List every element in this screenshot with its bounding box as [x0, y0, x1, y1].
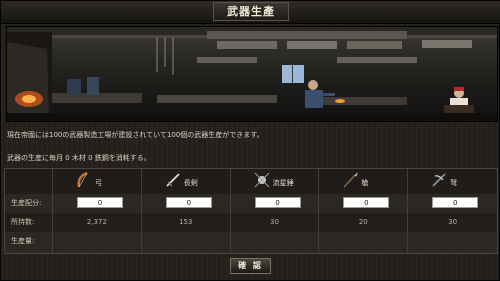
crossbow-production-value — [408, 232, 497, 253]
meteor-hammer-owned-value: 30 — [231, 213, 320, 232]
spear-allocation-input[interactable] — [343, 197, 390, 208]
meteor-hammer-icon — [254, 172, 269, 188]
longsword-owned-value: 153 — [142, 213, 231, 232]
owned-label: 所持数: — [5, 213, 53, 232]
weapon-name: 弓 — [95, 179, 102, 187]
longsword-icon — [166, 173, 180, 187]
bow-icon — [77, 171, 88, 188]
bow-owned-value: 2,372 — [53, 213, 142, 232]
weapon-header-row: 弓 長剣 流星錘 槍 弩 — [5, 169, 497, 195]
weapon-column-spear: 槍 — [319, 169, 409, 194]
production-label: 生産量: — [5, 232, 53, 253]
production-table: 弓 長剣 流星錘 槍 弩 生産配分: 0 0 0 0 0 所持数: 2,372 … — [4, 168, 498, 254]
crossbow-allocation-input[interactable] — [432, 197, 479, 208]
weapon-column-bow: 弓 — [53, 169, 142, 194]
weapon-column-meteor-hammer: 流星錘 — [231, 169, 320, 194]
allocation-row: 生産配分: — [5, 194, 497, 214]
title-bar: 武器生產 — [1, 1, 500, 24]
owned-row: 所持数: 2,372 153 30 20 30 — [5, 213, 497, 233]
weapon-column-longsword: 長剣 — [142, 169, 231, 194]
crossbow-icon — [432, 173, 446, 187]
weapon-column-crossbow: 弩 — [408, 169, 497, 194]
weapon-name: 槍 — [361, 179, 369, 187]
weapon-name: 長剣 — [183, 179, 198, 187]
forge-scene-image — [6, 26, 498, 122]
spear-icon — [343, 172, 359, 188]
spear-owned-value: 20 — [319, 213, 409, 232]
confirm-button[interactable]: 確 認 — [230, 258, 271, 274]
allocation-label: 生産配分: — [5, 194, 53, 213]
weapon-name: 弩 — [450, 179, 458, 187]
weapon-name: 流星錘 — [272, 179, 294, 187]
bow-production-value — [53, 232, 142, 253]
consumption-description: 武器の生産に毎月 0 木材 0 鉄鋼を消耗する。 — [7, 154, 151, 162]
meteor-hammer-allocation-input[interactable] — [254, 197, 301, 208]
bow-allocation-input[interactable] — [77, 197, 123, 208]
meteor-hammer-production-value — [231, 232, 320, 253]
crossbow-owned-value: 30 — [448, 218, 458, 226]
longsword-production-value — [142, 232, 231, 253]
window-title: 武器生產 — [213, 2, 289, 21]
weapon-production-window: 武器生產 現在帝國には100の武器製造工場が建設されていて100個の武器生産がで… — [0, 0, 500, 281]
spear-production-value — [319, 232, 409, 253]
longsword-allocation-input[interactable] — [165, 197, 212, 208]
factory-description: 現在帝國には100の武器製造工場が建設されていて100個の武器生産ができます。 — [7, 131, 264, 139]
production-row: 生産量: — [5, 232, 497, 253]
